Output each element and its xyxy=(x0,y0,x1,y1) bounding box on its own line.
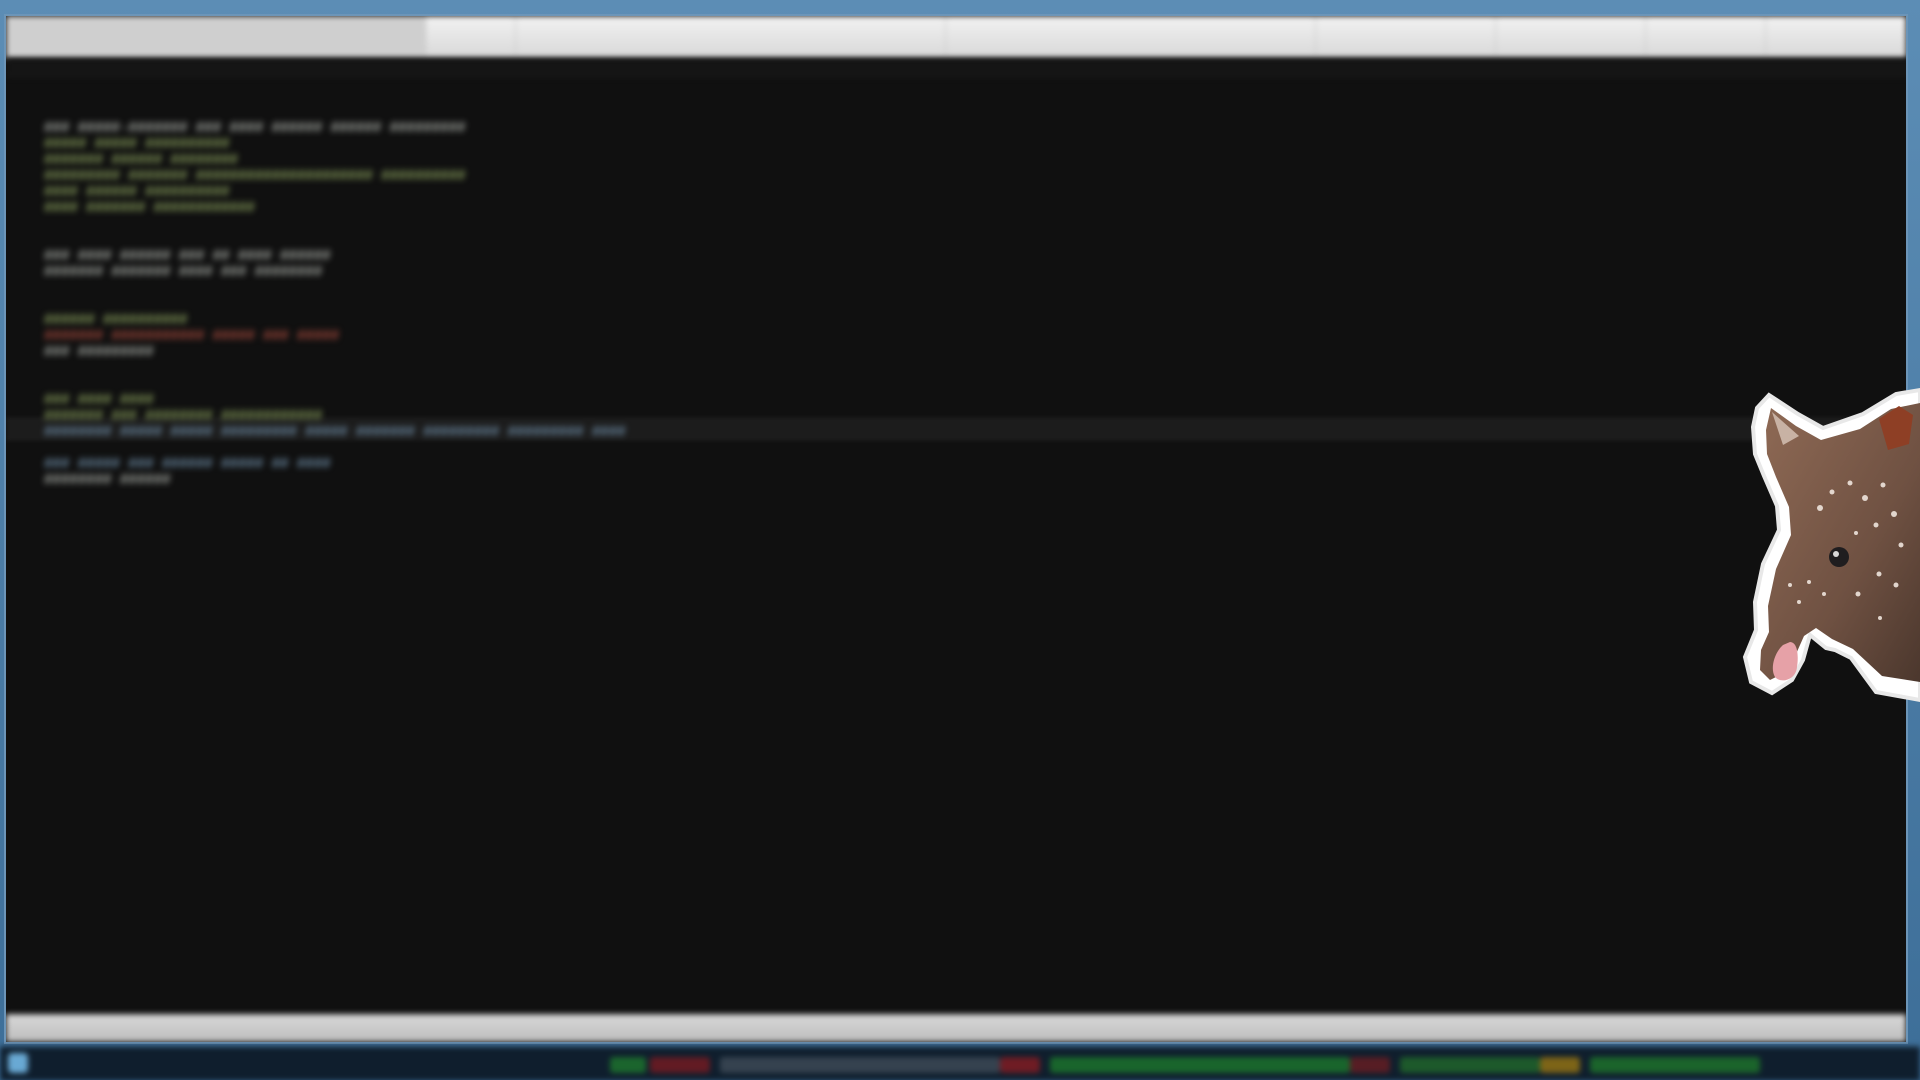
taskbar-segment-red-2 xyxy=(1000,1057,1040,1073)
tapir-sticker xyxy=(1742,387,1920,703)
taskbar-segment-green-2 xyxy=(1050,1057,1350,1073)
code-editor[interactable]: ### #####-####### ### #### ###### ######… xyxy=(24,80,1864,1020)
tab-3[interactable] xyxy=(516,16,946,58)
tab-6[interactable] xyxy=(1496,16,1646,58)
tab-5[interactable] xyxy=(1316,16,1496,58)
editor-line-8: ####### ####### #### ### ######## xyxy=(44,264,323,280)
tab-8[interactable] xyxy=(1766,16,1906,58)
editor-line-9: ###### ########## xyxy=(44,312,188,328)
editor-line-12: ### #### #### xyxy=(44,392,154,408)
tab-bar xyxy=(6,16,1906,59)
editor-line-13: ####### ### ######## ############ xyxy=(44,408,323,424)
window-title xyxy=(6,58,1906,77)
editor-line-15: ### ##### ### ###### ##### ## #### xyxy=(44,456,331,472)
taskbar-segment-red-1 xyxy=(650,1057,710,1073)
editor-line-14: ######## ##### ##### ######### ##### ###… xyxy=(44,424,626,440)
tab-1[interactable] xyxy=(6,16,426,58)
editor-line-6: #### ####### ############ xyxy=(44,200,255,216)
editor-line-10: ####### ########### ##### ### ##### xyxy=(44,328,340,344)
tab-4[interactable] xyxy=(946,16,1316,58)
taskbar-segment-gray-1 xyxy=(720,1057,1000,1073)
editor-line-3: ####### ###### ######## xyxy=(44,152,238,168)
editor-line-7: ### #### ###### ### ## #### ###### xyxy=(44,248,331,264)
editor-line-11: ### ######### xyxy=(44,344,154,360)
tab-7[interactable] xyxy=(1646,16,1766,58)
editor-line-16: ######## ###### xyxy=(44,472,171,488)
taskbar-segment-green-1 xyxy=(610,1057,646,1073)
editor-line-2: ##### ##### ########## xyxy=(44,136,230,152)
windows-start-icon[interactable] xyxy=(8,1053,28,1073)
terminal-window[interactable]: ### #####-####### ### #### ###### ######… xyxy=(4,14,1908,1044)
editor-line-1: ### #####-####### ### #### ###### ######… xyxy=(44,120,466,136)
tab-2[interactable] xyxy=(426,16,516,58)
desktop-screen: ### #####-####### ### #### ###### ######… xyxy=(0,0,1920,1080)
editor-line-4: ######### ####### ##################### … xyxy=(44,168,466,184)
taskbar-segment-green-4 xyxy=(1590,1057,1760,1073)
taskbar-segment-red-3 xyxy=(1350,1057,1390,1073)
taskbar-segment-yellow-1 xyxy=(1540,1057,1580,1073)
taskbar xyxy=(0,1046,1920,1080)
status-bar xyxy=(6,1014,1906,1042)
editor-line-5: #### ###### ########## xyxy=(44,184,230,200)
taskbar-segment-green-3 xyxy=(1400,1057,1540,1073)
